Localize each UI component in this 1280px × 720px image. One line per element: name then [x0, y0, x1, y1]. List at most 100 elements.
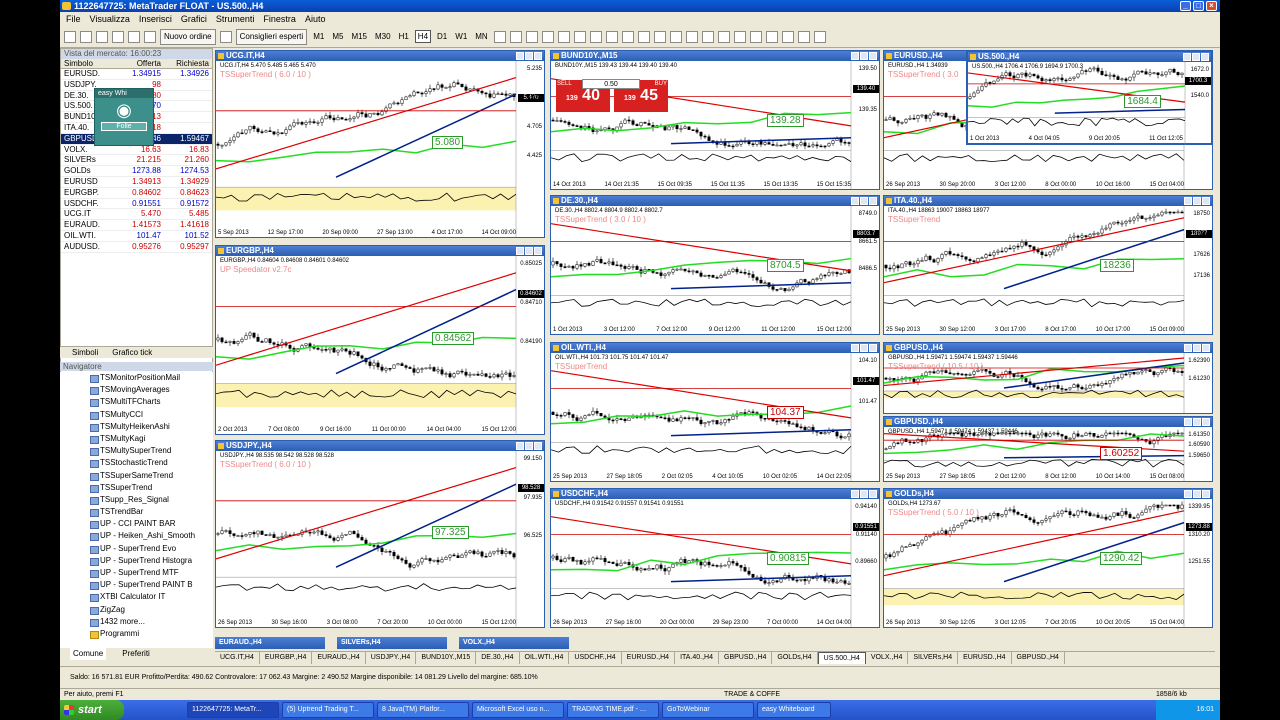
chart-minimize-icon[interactable]: [1184, 344, 1192, 352]
tab-tick-chart[interactable]: Grafico tick: [112, 347, 152, 358]
arrows-icon[interactable]: [813, 30, 826, 43]
tf-m15[interactable]: M15: [349, 31, 369, 42]
taskbar-item[interactable]: 1122647725: MetaTr...: [187, 702, 279, 718]
tf-mn[interactable]: MN: [473, 31, 489, 42]
tf-m1[interactable]: M1: [311, 31, 326, 42]
market-watch-row[interactable]: EURUSD 1.34913 1.34929: [61, 177, 212, 188]
chart-maximize-icon[interactable]: [860, 344, 868, 352]
chart-title-bar[interactable]: EURGBP.,H4: [216, 246, 544, 256]
navigator-item[interactable]: UP - SuperTrend Histogra: [60, 555, 213, 567]
chart-canvas[interactable]: [551, 499, 879, 627]
channel-icon[interactable]: [749, 30, 762, 43]
chart-window[interactable]: GBPUSD.,H4 GBPUSD.,H4 1.59471 1.59474 1.…: [883, 342, 1213, 414]
chart-tab[interactable]: SILVERs,H4: [908, 652, 959, 664]
chart-close-icon[interactable]: [1202, 490, 1210, 498]
chart-minimize-icon[interactable]: [516, 442, 524, 450]
chart-window[interactable]: OIL.WTI.,H4 OIL.WTI.,H4 101.73 101.75 10…: [550, 342, 880, 482]
chart-title-bar[interactable]: ITA.40.,H4: [884, 196, 1212, 206]
chart-canvas[interactable]: [551, 353, 879, 481]
indicators-icon[interactable]: [621, 30, 634, 43]
navigator-item[interactable]: TSMultiTFCharts: [60, 396, 213, 408]
chart-title-bar[interactable]: US.500.,H4: [968, 52, 1211, 62]
chart-title-bar[interactable]: BUND10Y.,M15: [551, 51, 879, 61]
chart-tab[interactable]: ITA.40.,H4: [675, 652, 720, 664]
tf-m5[interactable]: M5: [330, 31, 345, 42]
navigator-item[interactable]: TSStochasticTrend: [60, 457, 213, 469]
tf-m30[interactable]: M30: [373, 31, 393, 42]
navigator-item[interactable]: TSMultyKagi: [60, 433, 213, 445]
taskbar-item[interactable]: easy Whiteboard: [757, 702, 831, 718]
market-watch-row[interactable]: OIL.WTI. 101.47 101.52: [61, 231, 212, 242]
chart-close-icon[interactable]: [534, 442, 542, 450]
label-icon[interactable]: [797, 30, 810, 43]
chart-maximize-icon[interactable]: [525, 52, 533, 60]
chart-title-bar[interactable]: USDJPY.,H4: [216, 441, 544, 451]
chart-tab[interactable]: GBPUSD.,H4: [719, 652, 773, 664]
taskbar-item[interactable]: TRADING TIME.pdf - ...: [567, 702, 659, 718]
chart-window[interactable]: USDCHF.,H4 USDCHF.,H4 0.91542 0.91557 0.…: [550, 488, 880, 628]
expert-advisors-button[interactable]: Consiglieri esperti: [235, 28, 308, 45]
taskbar-item[interactable]: Microsoft Excel uso n...: [472, 702, 564, 718]
chart-maximize-icon[interactable]: [1193, 490, 1201, 498]
chart-tab[interactable]: EURUSD.,H4: [622, 652, 676, 664]
chart-title-bar[interactable]: GOLDs,H4: [884, 489, 1212, 499]
market-watch-row[interactable]: UCG.IT 5.470 5.485: [61, 209, 212, 221]
market-watch-row[interactable]: EURAUD. 1.41573 1.41618: [61, 220, 212, 231]
col-ask[interactable]: Richiesta: [163, 59, 211, 68]
line-chart-icon[interactable]: [525, 30, 538, 43]
col-symbol[interactable]: Simbolo: [61, 59, 111, 68]
market-watch-row[interactable]: EURGBP. 0.84602 0.84623: [61, 188, 212, 199]
chart-window[interactable]: BUND10Y.,M15 BUND10Y.,M15 139.43 139.44 …: [550, 50, 880, 190]
chart-minimize-icon[interactable]: [851, 490, 859, 498]
chart-window[interactable]: ITA.40.,H4 ITA.40.,H4 18863 19007 18863 …: [883, 195, 1213, 335]
chart-title-bar[interactable]: USDCHF.,H4: [551, 489, 879, 499]
chart-canvas[interactable]: [884, 206, 1212, 334]
minimized-chart[interactable]: EURAUD.,H4: [215, 637, 325, 649]
vertical-line-icon[interactable]: [701, 30, 714, 43]
chart-window[interactable]: USDJPY.,H4 USDJPY.,H4 98.535 98.542 98.5…: [215, 440, 545, 628]
chart-minimize-icon[interactable]: [1184, 418, 1192, 426]
navigator-item[interactable]: TSMultyCCI: [60, 409, 213, 421]
market-watch-row[interactable]: GOLDs 1273.88 1274.53: [61, 166, 212, 177]
tf-h1[interactable]: H1: [397, 31, 411, 42]
chart-close-icon[interactable]: [869, 52, 877, 60]
chart-close-icon[interactable]: [1201, 53, 1209, 61]
menu-tools[interactable]: Strumenti: [216, 14, 255, 24]
chart-maximize-icon[interactable]: [1193, 418, 1201, 426]
navigator-item[interactable]: UP - CCI PAINT BAR: [60, 518, 213, 530]
popup-button[interactable]: Folle: [101, 122, 147, 131]
chart-title-bar[interactable]: GBPUSD.,H4: [884, 343, 1212, 353]
chart-minimize-icon[interactable]: [516, 52, 524, 60]
horizontal-line-icon[interactable]: [717, 30, 730, 43]
chart-tab[interactable]: BUND10Y.,M15: [416, 652, 477, 664]
chart-canvas[interactable]: [216, 451, 544, 627]
market-watch-row[interactable]: SILVERs 21.215 21.260: [61, 155, 212, 167]
chart-maximize-icon[interactable]: [525, 247, 533, 255]
chart-minimize-icon[interactable]: [851, 344, 859, 352]
navigator-item[interactable]: TSMultyHeikenAshi: [60, 421, 213, 433]
taskbar-item[interactable]: 8 Java(TM) Platfor...: [377, 702, 469, 718]
chart-close-icon[interactable]: [534, 247, 542, 255]
navigator-item[interactable]: UP - SuperTrend Evo: [60, 543, 213, 555]
fibonacci-icon[interactable]: [765, 30, 778, 43]
trendline-icon[interactable]: [733, 30, 746, 43]
navigator-item[interactable]: UP - SuperTrend MTF: [60, 567, 213, 579]
tf-d1[interactable]: D1: [435, 31, 449, 42]
navigator-item[interactable]: TSTrendBar: [60, 506, 213, 518]
chart-tab[interactable]: EURUSD.,H4: [958, 652, 1012, 664]
navigator-item[interactable]: UP - SuperTrend PAINT B: [60, 579, 213, 591]
menu-view[interactable]: Visualizza: [90, 14, 130, 24]
profiles-icon[interactable]: [80, 30, 92, 43]
tf-w1[interactable]: W1: [453, 31, 469, 42]
taskbar-item[interactable]: (5) Uptrend Trading T...: [282, 702, 374, 718]
chart-minimize-icon[interactable]: [1184, 490, 1192, 498]
metaeditor-icon[interactable]: [219, 30, 232, 43]
chart-tab[interactable]: UCG.IT,H4: [215, 652, 260, 664]
chart-canvas[interactable]: [551, 206, 879, 334]
new-chart-icon[interactable]: [64, 30, 76, 43]
navigator-item[interactable]: 1432 more...: [60, 616, 213, 628]
chart-window[interactable]: DE.30.,H4 DE.30.,H4 8802.4 8804.9 8802.4…: [550, 195, 880, 335]
navigator-item[interactable]: TSMovingAverages: [60, 384, 213, 396]
chart-tab[interactable]: USDJPY.,H4: [366, 652, 417, 664]
chart-tab[interactable]: EURAUD.,H4: [312, 652, 366, 664]
